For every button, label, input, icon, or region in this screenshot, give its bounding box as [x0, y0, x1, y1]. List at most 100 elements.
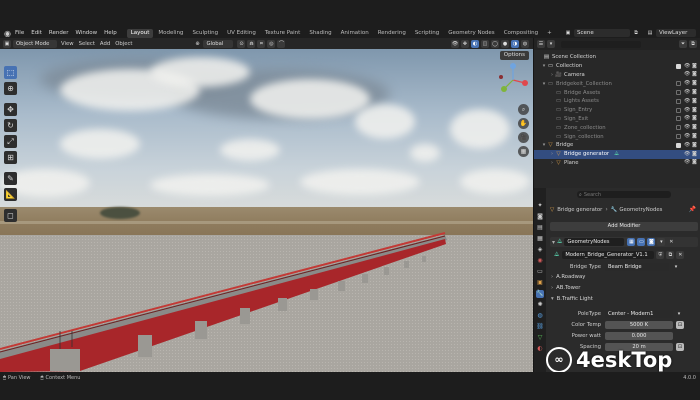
mode-selector[interactable]: Object Mode [13, 39, 57, 48]
tab-sculpting[interactable]: Sculpting [188, 29, 222, 38]
exclude-checkbox[interactable] [676, 134, 681, 140]
new-scene-icon[interactable]: ⧉ [632, 29, 640, 37]
power-field[interactable]: 0.000 [605, 331, 673, 340]
render-camera-icon[interactable]: ◙ [692, 134, 697, 139]
visibility-eye-icon[interactable]: 👁 [684, 160, 690, 165]
pan-hand-icon[interactable]: ✋ [518, 118, 529, 129]
list-item[interactable]: ▭ Sign_Exit 👁 ◙ [534, 115, 700, 124]
render-tab-icon[interactable]: ◙ [536, 213, 544, 221]
bridge-type-dropdown-icon[interactable]: ▾ [672, 263, 680, 271]
tab-uv-editing[interactable]: UV Editing [223, 29, 260, 38]
modifier-tab-icon[interactable]: 🔧 [536, 290, 544, 298]
gizmo-icon[interactable]: ✥ [461, 39, 469, 48]
outliner-search-input[interactable] [561, 40, 641, 48]
visibility-eye-icon[interactable]: 👁 [684, 116, 690, 121]
editor-type-icon[interactable]: ▣ [3, 39, 11, 48]
data-tab-icon[interactable]: ▽ [536, 334, 544, 342]
visibility-eye-icon[interactable]: 👁 [684, 142, 690, 148]
particles-tab-icon[interactable]: ✺ [536, 301, 544, 309]
constraints-tab-icon[interactable]: ⛓ [536, 323, 544, 331]
properties-search-input[interactable]: ⌕ Search [577, 191, 671, 198]
collection-tab-icon[interactable]: ▭ [536, 268, 544, 276]
list-item[interactable]: ▭ Sign_collection 👁 ◙ [534, 132, 700, 141]
tab-geometry-nodes[interactable]: Geometry Nodes [444, 29, 498, 38]
transform-orientation-selector[interactable]: Global [203, 39, 234, 48]
filter-icon[interactable]: ⏷ [679, 40, 687, 48]
keyframe-icon[interactable]: ⊡ [676, 342, 684, 351]
visibility-eye-icon[interactable]: 👁 [684, 151, 690, 157]
render-camera-icon[interactable]: ◙ [692, 98, 697, 104]
menu-view[interactable]: View [61, 41, 74, 47]
unlink-icon[interactable]: ✕ [676, 251, 685, 259]
visibility-eye-icon[interactable]: 👁 [684, 81, 690, 86]
outliner-editor-icon[interactable]: ☰ [537, 40, 545, 48]
render-camera-icon[interactable]: ◙ [692, 142, 697, 148]
exclude-checkbox[interactable] [676, 125, 681, 131]
keyframe-icon[interactable]: ⊡ [676, 320, 684, 329]
tab-compositing[interactable]: Compositing [500, 29, 542, 38]
visibility-eye-icon[interactable]: 👁 [684, 90, 690, 95]
list-item[interactable]: ▭ Lights Assets 👁 ◙ [534, 97, 700, 106]
visibility-eye-icon[interactable]: 👁 [684, 107, 690, 113]
view-layer-selector[interactable]: ViewLayer [656, 29, 696, 37]
modifier-name-field[interactable]: GeometryNodes [564, 238, 625, 246]
shading-wireframe-icon[interactable]: ◯ [491, 39, 499, 48]
scene-selector[interactable]: Scene [574, 29, 630, 37]
duplicate-icon[interactable]: ⧉ [666, 251, 675, 259]
camera-view-icon[interactable]: 🎥 [518, 132, 529, 143]
tab-texture-paint[interactable]: Texture Paint [261, 29, 305, 38]
visibility-eye-icon[interactable]: 👁 [684, 72, 690, 77]
annotate-tool-icon[interactable]: ✎ [4, 172, 17, 185]
pivot-icon[interactable]: ⊙ [237, 39, 246, 48]
exclude-checkbox[interactable] [676, 90, 681, 96]
render-camera-icon[interactable]: ◙ [692, 160, 697, 165]
render-toggle-icon[interactable]: ◙ [647, 238, 656, 246]
panel-traffic-light[interactable]: ▾ B.Traffic Light [551, 296, 593, 302]
shading-rendered-icon[interactable]: ◍ [521, 39, 529, 48]
render-camera-icon[interactable]: ◙ [692, 63, 697, 69]
tab-shading[interactable]: Shading [305, 29, 335, 38]
rotate-tool-icon[interactable]: ↻ [4, 119, 17, 132]
world-tab-icon[interactable]: ◉ [536, 257, 544, 265]
exclude-checkbox[interactable] [676, 81, 681, 87]
3d-viewport[interactable]: ⬚ ⊕ ✥ ↻ ⤢ ⊞ ✎ 📐 ◻ ⌕ ✋ 🎥 ▦ Options [0, 49, 533, 372]
cursor-tool-icon[interactable]: ⊕ [4, 82, 17, 95]
output-tab-icon[interactable]: ▤ [536, 224, 544, 232]
view-layer-tab-icon[interactable]: ▦ [536, 235, 544, 243]
menu-add[interactable]: Add [100, 41, 110, 47]
list-item[interactable]: › ▽ Plane 👁 ◙ [534, 159, 700, 168]
tab-modeling[interactable]: Modeling [154, 29, 187, 38]
overlay-icon[interactable]: ◐ [471, 39, 479, 48]
shading-material-icon[interactable]: ◑ [511, 39, 519, 48]
list-item[interactable]: ▤ Scene Collection [534, 53, 700, 62]
select-box-tool-icon[interactable]: ⬚ [4, 66, 17, 79]
display-mode-icon[interactable]: ▾ [547, 40, 555, 48]
edit-mode-toggle-icon[interactable]: ▦ [627, 238, 636, 246]
xray-icon[interactable]: ◫ [481, 39, 489, 48]
panel-tower[interactable]: › AB.Tower [551, 285, 580, 291]
exclude-checkbox[interactable] [676, 107, 681, 113]
add-modifier-button[interactable]: Add Modifier [550, 222, 698, 231]
add-workspace-button[interactable]: + [543, 29, 556, 38]
list-item[interactable]: ▾ ▭ Collection 👁 ◙ [534, 62, 700, 71]
tab-animation[interactable]: Animation [337, 29, 373, 38]
render-camera-icon[interactable]: ◙ [692, 116, 697, 121]
menu-window[interactable]: Window [75, 30, 97, 36]
color-temp-field[interactable]: 5000 K [605, 320, 673, 329]
material-tab-icon[interactable]: ◐ [536, 345, 544, 353]
render-camera-icon[interactable]: ◙ [692, 125, 697, 130]
tab-layout[interactable]: Layout [126, 28, 154, 38]
transform-tool-icon[interactable]: ⊞ [4, 151, 17, 164]
tab-rendering[interactable]: Rendering [374, 29, 410, 38]
pole-type-select[interactable]: Center - Modern1 [605, 309, 673, 318]
list-item[interactable]: › 🎥 Camera 👁 ◙ [534, 71, 700, 80]
exclude-checkbox[interactable] [676, 98, 681, 104]
menu-render[interactable]: Render [49, 30, 69, 36]
physics-tab-icon[interactable]: ◍ [536, 312, 544, 320]
list-item[interactable]: ▾ ▽ Bridge 👁 ◙ [534, 141, 700, 150]
node-group-selector[interactable]: Modern_Bridge_Generator_V1.1 [562, 251, 655, 259]
tool-tab-icon[interactable]: ✦ [536, 202, 544, 210]
menu-select[interactable]: Select [79, 41, 95, 47]
exclude-checkbox[interactable] [676, 116, 681, 122]
object-tab-icon[interactable]: ▣ [536, 279, 544, 287]
